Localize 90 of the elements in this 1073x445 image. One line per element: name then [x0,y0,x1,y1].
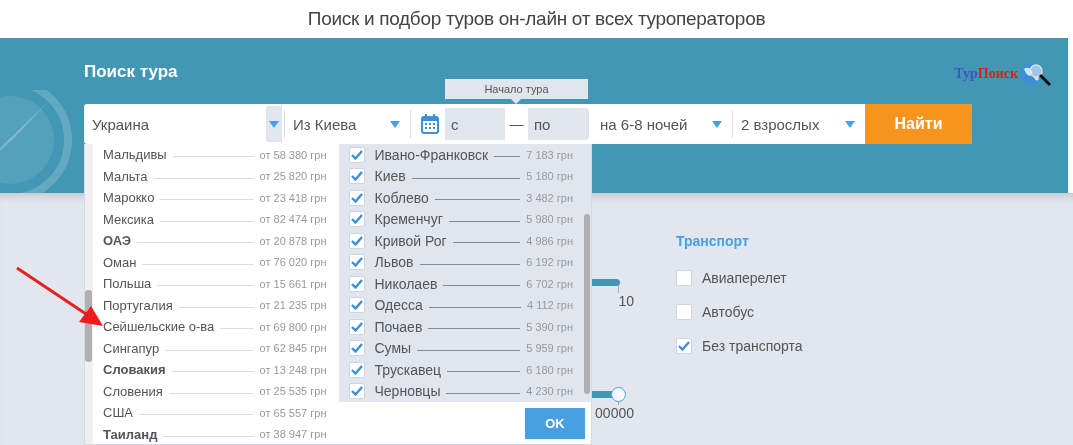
checkbox[interactable] [676,270,692,286]
date-to-field[interactable]: по [528,108,588,140]
price-label: от 13 248 грн [259,363,327,376]
city-item[interactable]: Кривой Рог [374,232,447,249]
checkbox[interactable] [348,146,365,163]
country-item[interactable]: Марокко [103,190,155,206]
tourists-select[interactable]: 2 взрослых [733,104,865,144]
checkbox[interactable] [348,318,365,335]
nights-select[interactable]: на 6-8 ночей [592,104,732,144]
country-item[interactable]: Словения [103,383,163,399]
price-label: 4 230 грн [526,385,573,398]
checkbox[interactable] [348,361,365,378]
checkbox[interactable] [348,254,365,271]
price-label: 5 959 грн [526,342,573,355]
checkbox[interactable] [348,383,365,400]
checkbox[interactable] [348,211,365,228]
checkbox[interactable] [348,232,365,249]
calendar-icon[interactable] [421,114,439,134]
price-label: от 58 380 грн [259,148,327,161]
range-label: 00000 [595,405,634,421]
slider-handle[interactable] [611,387,626,402]
date-from-field[interactable]: с [445,108,505,140]
price-label: от 21 235 грн [259,299,327,312]
range-label: 10 [618,293,634,309]
city-item[interactable]: Николаев [374,275,438,292]
country-item[interactable]: Мальдивы [103,147,167,163]
checkbox[interactable] [348,297,365,314]
price-label: 6 192 грн [526,256,573,269]
city-item[interactable]: Львов [374,254,414,271]
price-label: от 25 535 грн [259,385,327,398]
price-label: от 82 474 грн [259,213,327,226]
price-label: от 76 020 грн [259,256,327,269]
caret-icon [845,120,855,128]
checkbox-label: Без транспорта [702,338,803,354]
price-label: 5 980 грн [526,213,573,226]
city-item[interactable]: Киев [374,168,406,185]
country-item[interactable]: Сейшельские о-ва [103,319,215,335]
city-item[interactable]: Кременчуг [374,211,443,228]
caret-icon [269,120,279,128]
checkbox[interactable] [348,189,365,206]
city-item[interactable]: Сумы [374,340,412,357]
country-item[interactable]: Мексика [103,211,154,227]
price-label: 4 112 грн [527,299,573,312]
city-item[interactable]: Коблево [374,189,429,206]
price-label: 6 702 грн [526,277,573,290]
page-title: Поиск и подбор туров он-лайн от всех туроператоров [307,8,766,30]
caret-icon [712,120,722,128]
checkbox-label: Авиаперелет [702,270,787,286]
panel-title: Поиск тура [84,62,178,82]
city-item[interactable]: Одесса [374,297,423,314]
price-label: 3 482 грн [526,191,573,204]
price-label: 6 180 грн [526,363,573,376]
price-label: от 62 845 грн [259,342,327,355]
price-label: 5 390 грн [526,320,573,333]
country-item[interactable]: Таиланд [103,426,158,442]
country-item[interactable]: Мальта [103,168,148,184]
checkbox[interactable] [348,340,365,357]
price-label: 5 180 грн [526,170,573,183]
country-item[interactable]: Словакия [103,362,166,378]
checkbox[interactable] [676,304,692,320]
scrollbar[interactable] [85,144,93,444]
departure-select[interactable]: Из Киева [285,104,410,144]
price-label: от 20 878 грн [259,234,327,247]
price-label: от 65 557 грн [259,406,327,419]
city-item[interactable]: Черновцы [374,383,441,400]
date-separator: — [508,116,525,132]
date-tooltip: Начало тура [445,79,588,104]
checkbox-label: Автобус [702,304,755,320]
price-label: от 23 418 грн [259,191,327,204]
price-label: от 69 800 грн [259,320,327,333]
price-label: от 38 947 грн [259,428,327,441]
country-item[interactable]: ОАЭ [103,233,132,249]
country-item[interactable]: Сингапур [103,340,160,356]
price-label: от 25 820 грн [259,170,327,183]
price-label: 4 986 грн [526,234,573,247]
country-select[interactable]: Украина [84,104,284,144]
city-item[interactable]: Ивано-Франковск [374,146,489,163]
price-label: от 15 661 грн [259,277,327,290]
city-item[interactable]: Трускавец [374,361,442,378]
country-item[interactable]: Португалия [103,297,173,313]
price-label: 7 183 грн [526,148,573,161]
country-item[interactable]: США [103,405,133,421]
country-item[interactable]: Польша [103,276,152,292]
city-item[interactable]: Почаев [374,318,423,335]
country-item[interactable]: Оман [103,254,137,270]
checkbox[interactable] [348,275,365,292]
checkbox[interactable] [676,338,692,354]
checkbox[interactable] [348,168,365,185]
section-title: Транспорт [676,233,750,251]
caret-icon [390,120,400,128]
